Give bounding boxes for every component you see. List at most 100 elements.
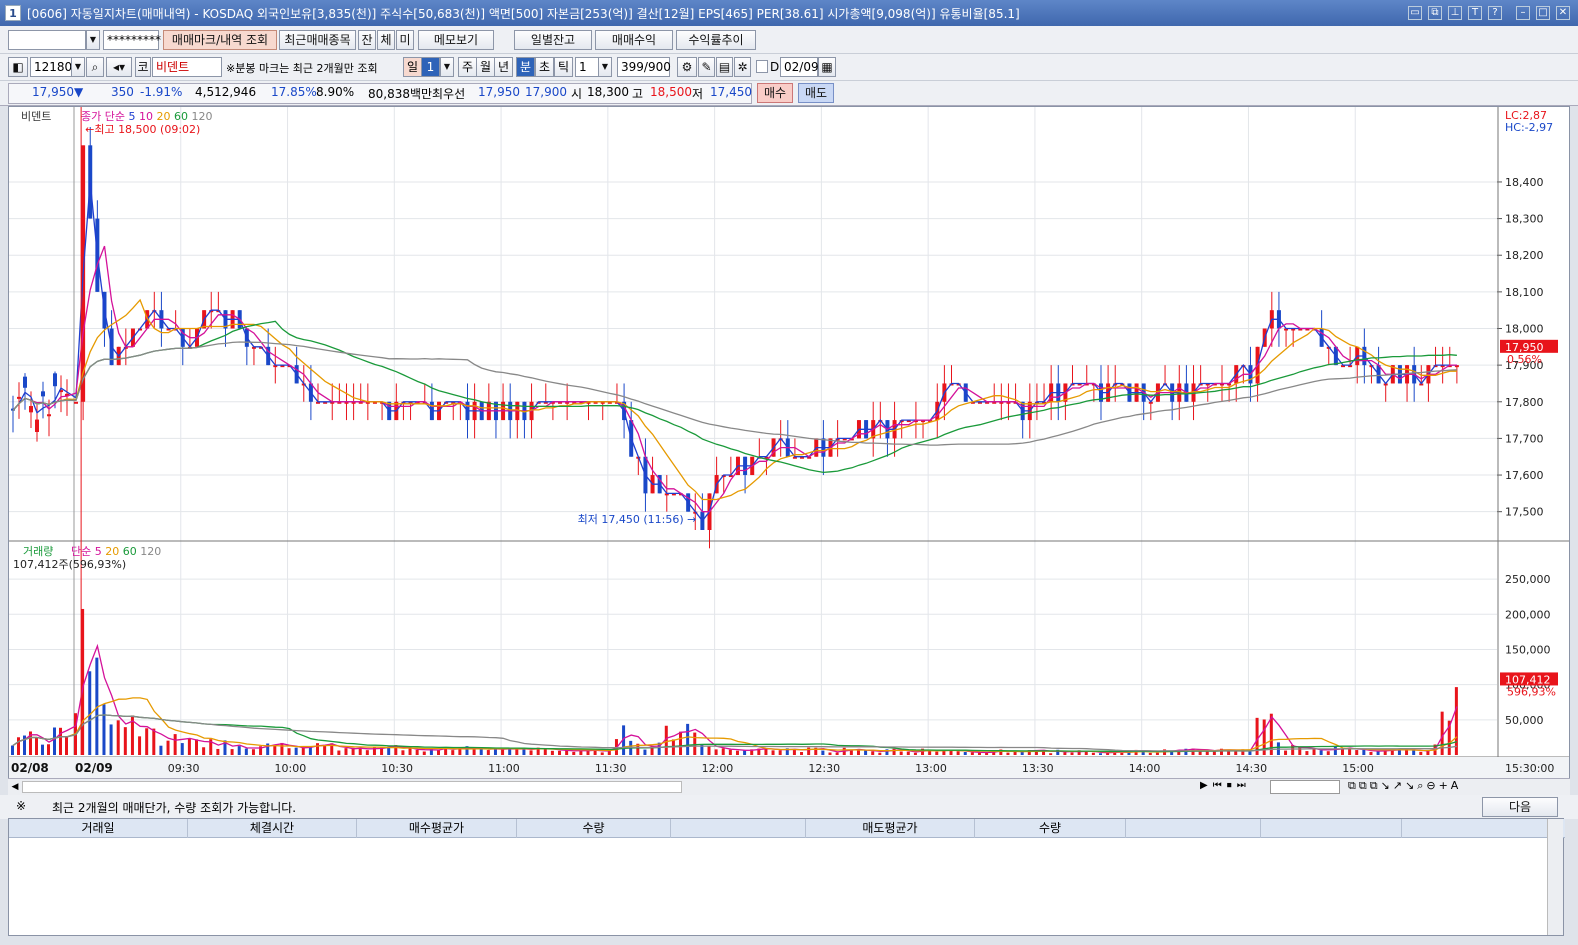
volume-bar [422,751,426,755]
return-trend-button[interactable]: 수익률추이 [676,30,756,50]
market-badge: 코 [135,57,151,77]
high-label: 고 [632,87,644,101]
help-icon[interactable]: ? [1488,6,1502,20]
copy-icon[interactable]: ⧉ [1428,6,1442,20]
search-icon[interactable]: ⌕ [86,57,104,77]
time-axis-label: 10:30 [381,762,413,775]
volume-bar [486,750,490,755]
volume-bar [344,748,348,755]
volume-axis-label: 50,000 [1505,714,1544,727]
tab-week[interactable]: 주 [458,57,477,77]
tab-day[interactable]: 일 [403,57,422,77]
volume-bar [1454,687,1458,755]
time-axis-label: 15:00 [1342,762,1374,775]
buy-button[interactable]: 매수 [757,83,793,103]
volume-bar [1333,746,1337,755]
tab-minute[interactable]: 분 [516,57,535,77]
mark-query-button[interactable]: 매매마크/내역 조회 [163,30,277,50]
chart-area[interactable]: 18,400 18,300 18,200 18,100 18,000 17,900 17,8… [8,106,1570,792]
time-axis-label: 13:30 [1022,762,1054,775]
chart-tools-icon[interactable]: ⧉⧉⧉↘↗↘⌕⊖+A [1348,779,1461,793]
col-blank-1 [671,819,806,838]
gear-icon[interactable]: ✲ [734,57,751,77]
stock-code-input[interactable]: 121800 [30,57,80,77]
scroll-left-icon[interactable]: ◀ [8,780,22,794]
volume-bar [778,750,782,755]
chart-menu-icon[interactable]: ◧ [8,57,28,77]
maximize-icon[interactable]: □ [1536,6,1550,20]
font-icon[interactable]: T [1468,6,1482,20]
period-dropdown-icon[interactable]: ▼ [440,57,454,77]
col-sell-avg[interactable]: 매도평균가 [806,819,975,838]
volume-bar [508,748,512,755]
tab-month[interactable]: 월 [476,57,495,77]
col-buy-qty[interactable]: 수량 [517,819,671,838]
col-blank-2 [1126,819,1261,838]
price-axis-label: 17,800 [1505,396,1544,409]
stock-name-field[interactable]: 비덴트 [152,57,222,77]
next-button[interactable]: 다음 [1482,797,1558,817]
volume-bar [871,751,875,755]
volume-bar [1355,750,1359,755]
interval-dropdown-icon[interactable]: ▼ [598,57,612,77]
col-sell-qty[interactable]: 수량 [975,819,1126,838]
restore-icon[interactable]: ▭ [1408,6,1422,20]
volume-bar [970,752,974,755]
account-dropdown-icon[interactable]: ▼ [86,30,100,50]
calendar-icon[interactable]: ▦ [818,57,836,77]
chart-canvas[interactable]: 18,40018,30018,20018,10018,00017,90017,8… [9,107,1569,779]
password-input[interactable]: ********* [103,30,161,50]
memo-button[interactable]: 메모보기 [418,30,494,50]
date-checkbox[interactable] [756,60,768,73]
sell-button[interactable]: 매도 [798,83,834,103]
interval-input[interactable]: 1 [575,57,599,77]
col-trade-date[interactable]: 거래일 [9,819,188,838]
minimize-icon[interactable]: – [1516,6,1530,20]
volume-bar [771,750,775,755]
scroll-thumb[interactable] [22,781,682,793]
window-title: [0606] 자동일지차트(매매내역) - KOSDAQ 외국인보유[3,835… [27,6,1020,21]
volume-bar [301,747,305,755]
period-count[interactable]: 1 [421,57,440,77]
balance-toggle[interactable]: 잔 [358,30,376,50]
volume-bar [1397,750,1401,755]
chart-scrollbar[interactable]: ◀ ▶⏮⏹⏭ ⧉⧉⧉↘↗↘⌕⊖+A [8,778,1570,795]
recent-trade-button[interactable]: 최근매매종목 [279,30,356,50]
code-dropdown-icon[interactable]: ▼ [71,57,85,77]
indicator-icon[interactable]: ⚙ [677,57,697,77]
volume-bar [308,746,312,755]
trade-profit-button[interactable]: 매매수익 [595,30,673,50]
playback-controls-icon[interactable]: ▶⏮⏹⏭ [1200,780,1251,791]
tab-second[interactable]: 초 [535,57,554,77]
tab-year[interactable]: 년 [494,57,513,77]
count-input[interactable]: 399/900 [617,57,671,77]
date-input[interactable]: 02/09 [780,57,819,77]
volume-bar [1376,751,1380,755]
price-change: 350 [111,85,134,99]
candle-body [17,396,21,399]
volume-bar [173,734,177,755]
time-axis-label: 11:00 [488,762,520,775]
pin-icon[interactable]: ⊥ [1448,6,1462,20]
volume-bar [600,752,604,755]
tab-tick[interactable]: 틱 [554,57,573,77]
draw-icon[interactable]: ✎ [698,57,715,77]
price-axis-label: 18,400 [1505,176,1544,189]
unexecuted-toggle[interactable]: 미 [396,30,414,50]
chart-toolbar: ◧ 121800 ▼ ⌕ ◂▾ 코 비덴트 ※분봉 마크는 최근 2개월만 조회… [0,54,1578,81]
speaker-icon[interactable]: ◂▾ [106,57,132,77]
daily-balance-button[interactable]: 일별잔고 [514,30,592,50]
table-scrollbar[interactable] [1547,819,1563,935]
zoom-slider[interactable] [1270,780,1340,794]
volume-axis-label: 200,000 [1505,608,1551,621]
account-input[interactable] [8,30,86,50]
date-checkbox-label: D [770,60,780,74]
volume-bar [216,748,220,755]
xaxis-band [9,757,1569,779]
col-exec-time[interactable]: 체결시간 [188,819,357,838]
save-icon[interactable]: ▤ [716,57,733,77]
close-icon[interactable]: ✕ [1556,6,1570,20]
volume-bar [1326,751,1330,755]
col-buy-avg[interactable]: 매수평균가 [357,819,517,838]
executed-toggle[interactable]: 체 [377,30,395,50]
